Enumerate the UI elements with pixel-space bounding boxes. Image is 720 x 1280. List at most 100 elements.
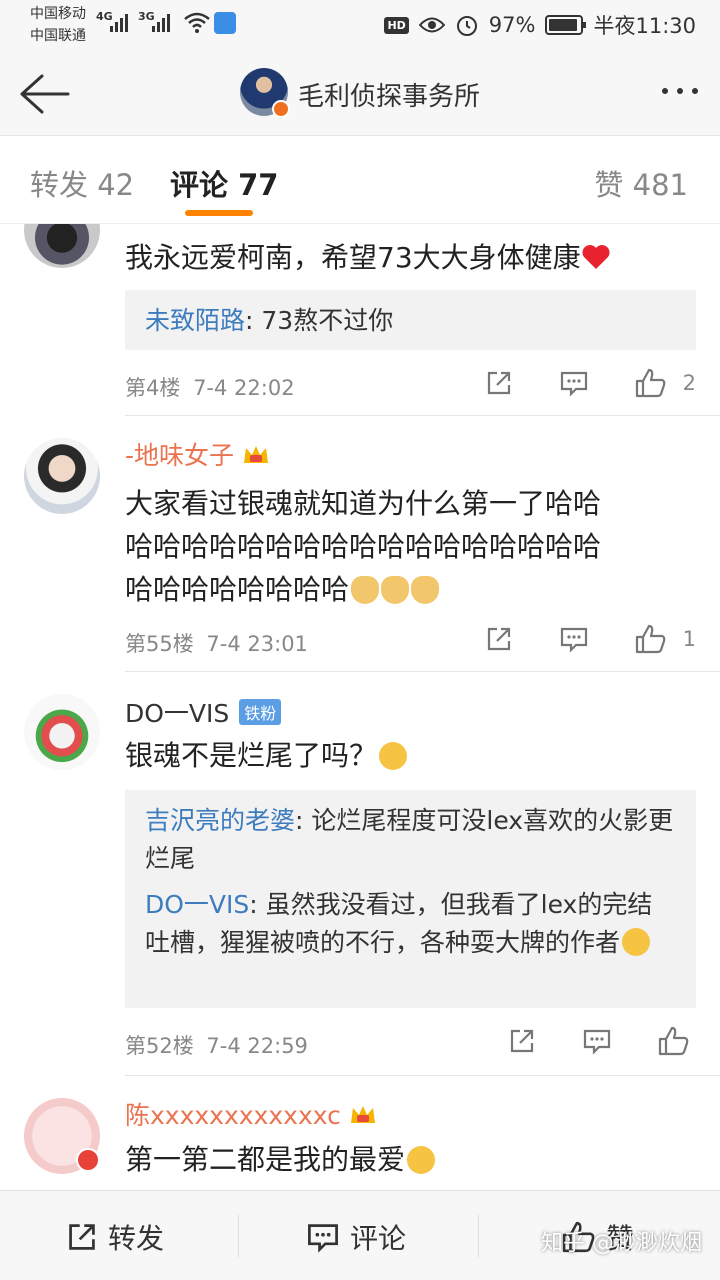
reply-item: DO一VIS: 虽然我没看过，但我看了lex的完结吐槽，猩猩被喷的不行，各种耍大… bbox=[145, 886, 676, 962]
comment-text-line: 大家看过银魂就知道为什么第一了哈哈 bbox=[125, 487, 602, 520]
reply-button[interactable] bbox=[582, 1027, 612, 1055]
user-avatar[interactable] bbox=[24, 224, 100, 268]
reply-item: 吉沢亮的老婆: 论烂尾程度可没lex喜欢的火影更烂尾 bbox=[145, 802, 676, 878]
watermark: 知乎 @渺渺炊烟 bbox=[541, 1231, 702, 1256]
comment-date: 7-4 22:59 bbox=[206, 1034, 308, 1058]
nav-bar: 毛利侦探事务所 bbox=[0, 50, 720, 136]
floor-number: 第4楼 bbox=[125, 376, 181, 400]
battery-percent: 97% bbox=[488, 13, 536, 37]
repost-button[interactable]: 转发 bbox=[66, 1217, 164, 1257]
comment-icon bbox=[308, 1224, 338, 1253]
comment-actions bbox=[462, 1026, 690, 1056]
hd-icon: HD bbox=[384, 16, 409, 34]
share-button[interactable] bbox=[485, 369, 513, 397]
carrier-2: 中国联通 bbox=[30, 28, 86, 44]
heart-icon bbox=[582, 245, 610, 269]
doge-emoji-icon bbox=[381, 576, 410, 604]
security-app-icon bbox=[214, 12, 236, 34]
comment-icon bbox=[583, 1029, 611, 1055]
like-count: 2 bbox=[682, 371, 696, 395]
share-icon bbox=[69, 1224, 95, 1250]
reply-username[interactable]: 未致陌路 bbox=[145, 306, 245, 335]
more-options-icon[interactable] bbox=[662, 88, 698, 94]
floor-number: 第52楼 bbox=[125, 1034, 194, 1058]
comment-text: 银魂不是烂尾了吗？ bbox=[125, 734, 684, 777]
reply-button[interactable] bbox=[559, 369, 589, 397]
thumbs-up-icon bbox=[658, 1026, 689, 1056]
comment-item: 我永远爱柯南，希望73大大身体健康 未致陌路: 73熬不过你 第4楼 7-4 2… bbox=[0, 224, 720, 416]
repost-label: 转发 bbox=[108, 1222, 165, 1255]
comment-icon bbox=[560, 371, 587, 397]
comment-text-line: 哈哈哈哈哈哈哈哈哈哈哈哈哈哈哈哈哈 bbox=[125, 530, 602, 563]
username[interactable]: DO一VIS 铁粉 bbox=[125, 694, 282, 730]
reply-username[interactable]: 吉沢亮的老婆 bbox=[145, 806, 295, 835]
share-button[interactable] bbox=[485, 625, 513, 653]
tab-comment[interactable]: 评论 77 bbox=[170, 162, 278, 204]
thumbs-up-icon bbox=[635, 368, 665, 398]
clock: 半夜11:30 bbox=[593, 14, 696, 38]
comment-label: 评论 bbox=[350, 1222, 407, 1255]
reply-box[interactable]: 未致陌路: 73熬不过你 bbox=[125, 290, 696, 350]
account-avatar[interactable] bbox=[240, 68, 290, 118]
comment-meta: 第4楼 7-4 22:02 bbox=[125, 372, 295, 402]
active-tab-indicator bbox=[185, 210, 253, 216]
share-button[interactable] bbox=[508, 1027, 536, 1055]
floor-number: 第55楼 bbox=[125, 632, 194, 656]
reply-text: : 73熬不过你 bbox=[245, 306, 394, 335]
share-icon bbox=[510, 1029, 534, 1053]
bottom-action-bar: 转发 评论 赞 知乎 @渺渺炊烟 bbox=[0, 1190, 720, 1280]
alarm-icon bbox=[456, 16, 477, 36]
thumbs-up-icon bbox=[635, 624, 665, 654]
carrier-1: 中国移动 bbox=[30, 6, 86, 22]
smug-emoji-icon bbox=[622, 928, 651, 956]
battery-icon bbox=[545, 15, 587, 35]
separator bbox=[238, 1215, 239, 1257]
doge-emoji-icon bbox=[411, 576, 440, 604]
username[interactable]: 陈xxxxxxxxxxxxc bbox=[125, 1096, 377, 1132]
separator bbox=[478, 1215, 479, 1257]
scream-emoji-icon bbox=[407, 1146, 436, 1174]
comment-text: 我永远爱柯南，希望73大大身体健康 bbox=[125, 236, 684, 279]
user-avatar[interactable] bbox=[24, 694, 100, 770]
reply-button[interactable] bbox=[559, 625, 589, 653]
share-icon bbox=[487, 371, 510, 395]
username[interactable]: -地味女子 bbox=[125, 436, 270, 472]
reply-username[interactable]: DO一VIS bbox=[145, 890, 249, 919]
fan-badge: 铁粉 bbox=[239, 699, 282, 725]
reply-box[interactable]: 吉沢亮的老婆: 论烂尾程度可没lex喜欢的火影更烂尾 DO一VIS: 虽然我没看… bbox=[125, 790, 696, 1008]
comment-item: DO一VIS 铁粉 银魂不是烂尾了吗？ 吉沢亮的老婆: 论烂尾程度可没lex喜欢的… bbox=[0, 672, 720, 1076]
comment-icon bbox=[560, 627, 587, 653]
status-bar: 中国移动 中国联通 4G 3G HD 97% 半夜11:30 bbox=[0, 0, 720, 50]
comment-actions: 2 bbox=[439, 368, 696, 398]
verified-badge-icon bbox=[272, 100, 290, 118]
like-button[interactable]: 1 bbox=[635, 624, 696, 654]
vip-crown-icon bbox=[350, 1106, 375, 1123]
tab-like[interactable]: 赞 481 bbox=[594, 162, 688, 204]
account-name[interactable]: 毛利侦探事务所 bbox=[298, 76, 480, 113]
like-button[interactable] bbox=[658, 1026, 690, 1056]
comment-date: 7-4 22:02 bbox=[193, 376, 295, 400]
comment-actions: 1 bbox=[439, 624, 696, 654]
comment-list[interactable]: 我永远爱柯南，希望73大大身体健康 未致陌路: 73熬不过你 第4楼 7-4 2… bbox=[0, 224, 720, 1190]
doge-emoji-icon bbox=[351, 576, 380, 604]
eye-icon bbox=[418, 17, 445, 33]
signal-icon-1 bbox=[110, 12, 128, 32]
comment-meta: 第55楼 7-4 23:01 bbox=[125, 628, 308, 658]
signal-icon-2 bbox=[152, 12, 170, 32]
verified-badge-icon bbox=[76, 1148, 100, 1172]
comment-text-line: 哈哈哈哈哈哈哈哈 bbox=[125, 568, 684, 611]
vip-crown-icon bbox=[244, 446, 269, 463]
smug-emoji-icon bbox=[379, 742, 408, 770]
like-button[interactable]: 2 bbox=[635, 368, 696, 398]
wifi-icon bbox=[184, 12, 210, 33]
back-arrow-icon[interactable] bbox=[18, 72, 70, 116]
like-count: 1 bbox=[682, 627, 696, 651]
comment-date: 7-4 23:01 bbox=[206, 632, 308, 656]
tab-bar: 转发 42 评论 77 赞 481 bbox=[0, 136, 720, 224]
user-avatar[interactable] bbox=[24, 438, 100, 514]
tab-repost[interactable]: 转发 42 bbox=[30, 162, 134, 204]
comment-button[interactable]: 评论 bbox=[306, 1217, 406, 1257]
share-icon bbox=[487, 627, 510, 651]
comment-meta: 第52楼 7-4 22:59 bbox=[125, 1030, 308, 1060]
comment-item: 陈xxxxxxxxxxxxc 第一第二都是我的最爱 bbox=[0, 1076, 720, 1190]
